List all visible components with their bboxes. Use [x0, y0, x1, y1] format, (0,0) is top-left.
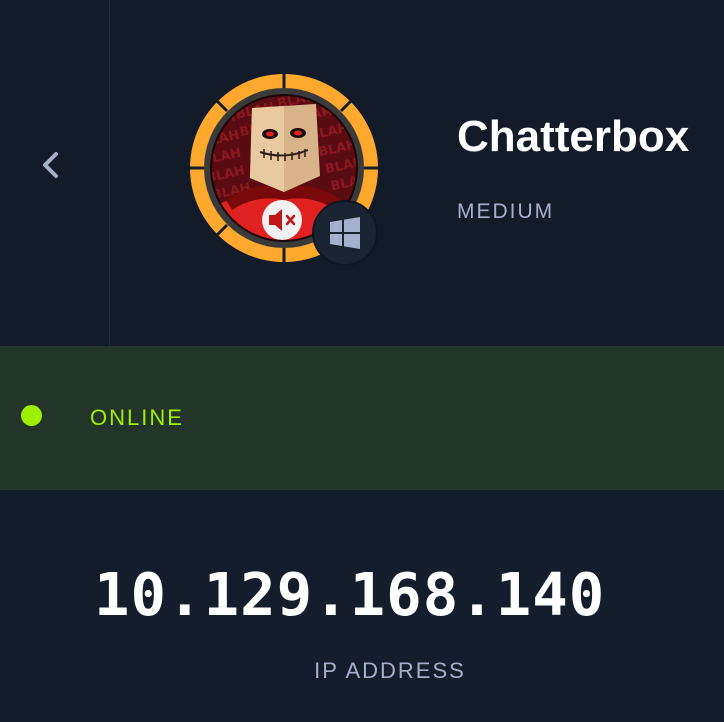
machine-card: BLAH BLAH BLAH BLAH BLAH BLAH BLAH BLAH … [0, 0, 724, 722]
status-bar: ONLINE [0, 346, 724, 490]
difficulty-label: MEDIUM [457, 200, 555, 223]
status-text: ONLINE [90, 405, 184, 430]
back-column [0, 0, 110, 346]
chevron-left-icon [43, 152, 58, 178]
os-badge [312, 200, 378, 266]
machine-header: BLAH BLAH BLAH BLAH BLAH BLAH BLAH BLAH … [0, 0, 724, 346]
back-button[interactable] [30, 140, 74, 190]
ip-address-label: IP ADDRESS [314, 658, 466, 683]
ip-address-value[interactable]: 10.129.168.140 [94, 560, 605, 629]
status-indicator [21, 405, 42, 426]
machine-name: Chatterbox [457, 112, 690, 161]
windows-icon [330, 217, 360, 249]
